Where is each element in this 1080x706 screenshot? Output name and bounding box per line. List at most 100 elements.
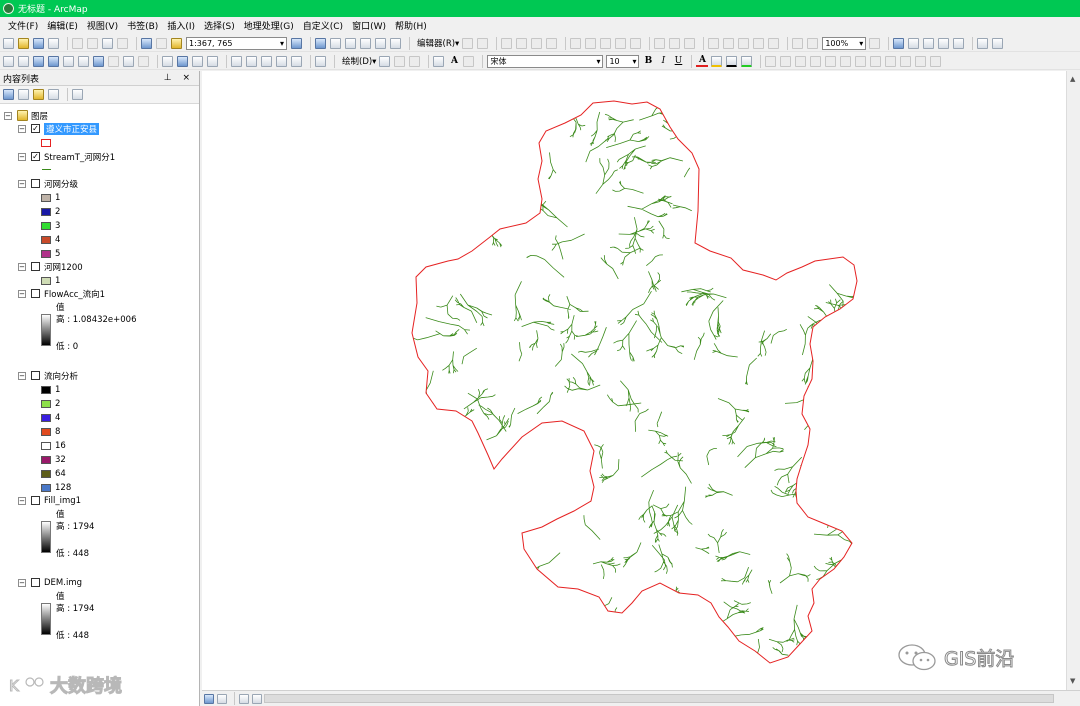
data-view-switch-icon[interactable] (204, 693, 214, 704)
scroll-down-icon[interactable]: ▼ (1070, 677, 1075, 685)
text-tool-icon[interactable]: A (448, 56, 460, 66)
stretch-color-ramp[interactable] (41, 314, 51, 346)
font-color-button[interactable]: A (696, 55, 709, 67)
delete-icon[interactable] (117, 37, 128, 49)
line-color-icon[interactable] (726, 55, 738, 67)
book-icon[interactable] (992, 37, 1004, 49)
legend-class[interactable]: 128 (41, 481, 71, 494)
html-popup-icon[interactable] (207, 55, 218, 67)
editor-menu[interactable]: 编辑器(R)▾ (417, 37, 459, 49)
undo-icon[interactable] (141, 37, 152, 49)
color-swatch[interactable] (41, 207, 51, 216)
align-tool-11-icon[interactable] (915, 55, 927, 67)
toc-pin-close-controls[interactable]: ⊥ × (164, 73, 194, 83)
print-icon[interactable] (48, 37, 59, 49)
scroll-up-icon[interactable]: ▲ (1070, 75, 1075, 83)
zoom-out-icon[interactable] (18, 55, 29, 67)
align-tool-8-icon[interactable] (870, 55, 882, 67)
layout-tool-6-icon[interactable] (792, 37, 804, 49)
rotate-element-icon[interactable] (394, 55, 406, 67)
data-driven-pages-icon[interactable] (977, 37, 989, 49)
align-tool-2-icon[interactable] (780, 55, 792, 67)
measure-icon[interactable] (231, 55, 242, 67)
fixed-zoom-out-icon[interactable] (78, 55, 89, 67)
color-swatch[interactable] (41, 483, 51, 492)
layout-view-icon[interactable] (893, 37, 905, 49)
color-swatch[interactable] (41, 399, 51, 408)
color-swatch[interactable] (41, 385, 51, 394)
legend-class[interactable]: 2 (41, 205, 60, 218)
collapse-icon[interactable]: − (18, 124, 26, 133)
align-tool-1-icon[interactable] (765, 55, 777, 67)
add-data-icon[interactable] (171, 37, 182, 49)
color-swatch[interactable] (41, 469, 51, 478)
align-tool-9-icon[interactable] (885, 55, 897, 67)
zoom-percent-select[interactable]: 100% (822, 36, 867, 50)
back-extent-icon[interactable] (93, 55, 104, 67)
layer-flow-accumulation[interactable]: − FlowAcc_流向1 (18, 287, 105, 300)
layer-name[interactable]: DEM.img (44, 578, 82, 588)
rectangle-icon[interactable] (433, 55, 445, 67)
rotate-tool-icon[interactable] (630, 37, 642, 49)
arctoolbox-icon[interactable] (360, 37, 371, 49)
hyperlink-icon[interactable] (192, 55, 203, 67)
legend-class[interactable]: 5 (41, 247, 60, 260)
save-icon[interactable] (33, 37, 44, 49)
menu-customize[interactable]: 自定义(C) (303, 19, 343, 32)
legend-class[interactable]: 1 (41, 274, 60, 287)
refresh-view-icon[interactable] (923, 37, 935, 49)
change-layout-icon[interactable] (953, 37, 965, 49)
create-viewer-window-icon[interactable] (315, 55, 326, 67)
county-boundary[interactable] (411, 100, 858, 664)
layer-visibility-checkbox[interactable] (31, 289, 40, 298)
fill-color-icon[interactable] (711, 55, 723, 67)
list-by-drawing-order-icon[interactable] (3, 89, 14, 100)
layer-name[interactable]: 遵义市正安县 (44, 122, 100, 135)
layout-view-switch-icon[interactable] (217, 693, 227, 704)
layer-name[interactable]: StreamT_河网分1 (44, 151, 115, 163)
menu-geoprocessing[interactable]: 地理处理(G) (244, 19, 294, 32)
layer-stream-order[interactable]: − ✓ StreamT_河网分1 (18, 150, 115, 163)
identify-icon[interactable] (177, 55, 188, 67)
full-extent-icon[interactable] (48, 55, 59, 67)
go-to-xy-icon[interactable] (276, 55, 287, 67)
toc-options-icon[interactable] (72, 89, 83, 100)
align-tool-6-icon[interactable] (840, 55, 852, 67)
zoom-in-icon[interactable] (3, 55, 14, 67)
time-slider-icon[interactable] (291, 55, 302, 67)
align-tool-4-icon[interactable] (810, 55, 822, 67)
layer-name[interactable]: 河网分级 (44, 178, 78, 190)
straight-segment-icon[interactable] (501, 37, 513, 49)
edit-tool-icon[interactable] (462, 37, 474, 49)
align-tool-5-icon[interactable] (825, 55, 837, 67)
underline-button[interactable]: U (672, 56, 684, 66)
font-size-select[interactable]: 10 (606, 54, 640, 68)
layer-name[interactable]: FlowAcc_流向1 (44, 288, 105, 300)
pause-drawing-icon[interactable] (252, 693, 262, 704)
select-features-icon[interactable] (123, 55, 134, 67)
menu-file[interactable]: 文件(F) (8, 19, 38, 32)
layer-visibility-checkbox[interactable] (31, 496, 40, 505)
legend-class[interactable]: 4 (41, 233, 60, 246)
color-swatch[interactable] (41, 249, 51, 258)
python-window-icon[interactable] (375, 37, 386, 49)
model-builder-icon[interactable] (390, 37, 401, 49)
menu-insert[interactable]: 插入(I) (167, 19, 195, 32)
find-binoculars-icon[interactable] (246, 55, 257, 67)
list-by-visibility-icon[interactable] (33, 89, 44, 100)
refresh-icon[interactable] (239, 693, 249, 704)
legend-class[interactable]: 1 (41, 191, 60, 204)
pan-hand-icon[interactable] (33, 55, 44, 67)
table-of-contents-icon[interactable] (315, 37, 326, 49)
collapse-icon[interactable]: − (18, 496, 26, 505)
callout-icon[interactable] (463, 55, 475, 67)
toggle-draft-icon[interactable] (938, 37, 950, 49)
create-features-icon[interactable] (684, 37, 696, 49)
stretch-color-ramp[interactable] (41, 521, 51, 553)
align-tool-10-icon[interactable] (900, 55, 912, 67)
font-name-select[interactable]: 宋体 (487, 54, 604, 68)
color-swatch[interactable] (41, 235, 51, 244)
layer-fill-img[interactable]: − Fill_img1 (18, 494, 81, 507)
sketch-properties-icon[interactable] (669, 37, 681, 49)
layer-stream-1200[interactable]: − 河网1200 (18, 260, 83, 273)
